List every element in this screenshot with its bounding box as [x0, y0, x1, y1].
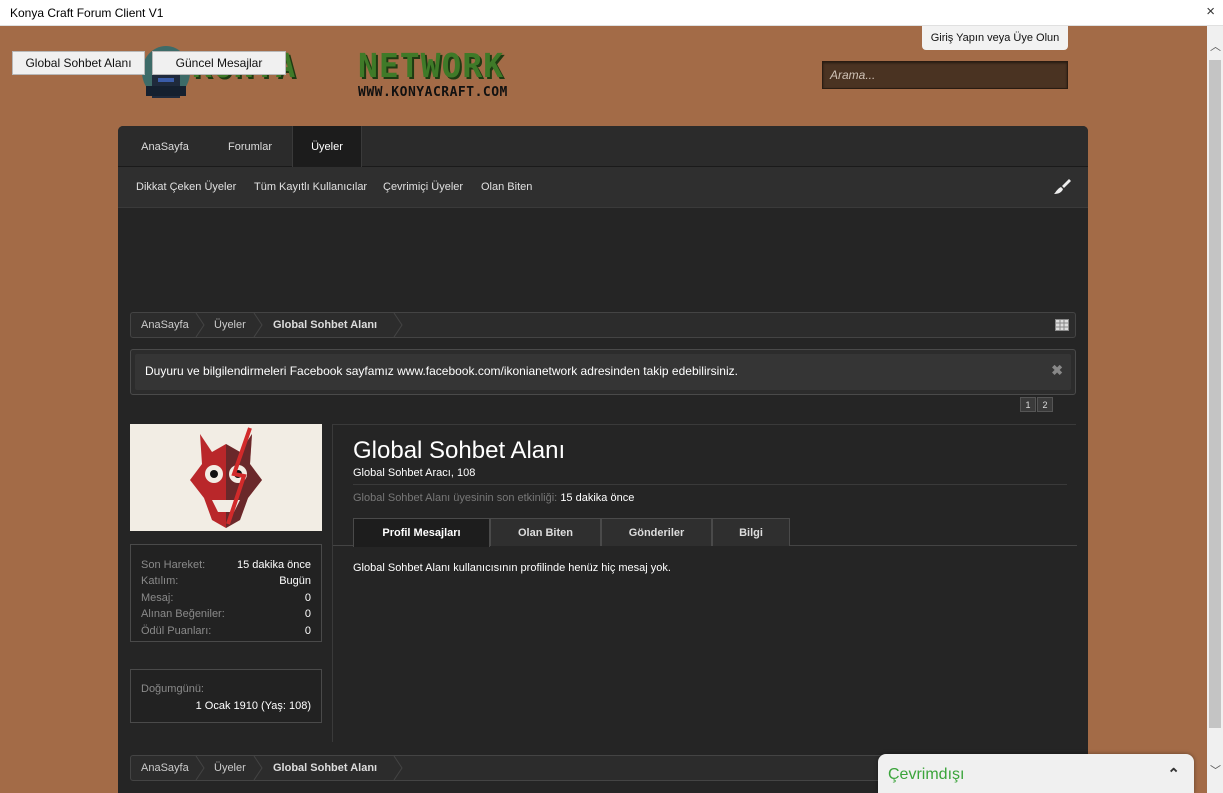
profile-last-activity: Global Sohbet Alanı üyesinin son etkinli…	[353, 492, 634, 504]
stat-label: Katılım:	[141, 575, 179, 587]
notice-text: Duyuru ve bilgilendirmeleri Facebook say…	[145, 364, 738, 378]
close-icon[interactable]: ✖	[1051, 362, 1063, 379]
stat-label: Ödül Puanları:	[141, 625, 212, 637]
tab-information[interactable]: Bilgi	[712, 518, 790, 546]
breadcrumb-separator	[195, 313, 205, 337]
notice-page-2[interactable]: 2	[1037, 397, 1053, 412]
avatar-mask-image	[130, 424, 322, 531]
recent-messages-button[interactable]: Güncel Mesajlar	[152, 51, 286, 75]
global-chat-button[interactable]: Global Sohbet Alanı	[12, 51, 145, 75]
profile-main: Global Sohbet Alanı Global Sohbet Aracı,…	[332, 424, 1077, 742]
stat-value: 0	[304, 608, 311, 620]
nav-tab-members[interactable]: Üyeler	[292, 126, 362, 167]
tab-profile-posts[interactable]: Profil Mesajları	[353, 518, 490, 547]
profile-empty-message: Global Sohbet Alanı kullanıcısının profi…	[353, 562, 671, 574]
calendar-icon[interactable]	[1055, 319, 1069, 331]
divider	[353, 484, 1067, 485]
tab-postings[interactable]: Gönderiler	[601, 518, 712, 546]
stat-value: 0	[304, 625, 311, 637]
breadcrumb: AnaSayfa Üyeler Global Sohbet Alanı	[130, 312, 1076, 338]
activity-label: Global Sohbet Alanı üyesinin son etkinli…	[353, 492, 558, 504]
subnav-recent-activity[interactable]: Olan Biten	[481, 181, 532, 193]
subnav-online-members[interactable]: Çevrimiçi Üyeler	[383, 181, 463, 193]
nav-tab-home[interactable]: AnaSayfa	[128, 126, 202, 167]
window-titlebar: Konya Craft Forum Client V1 ×	[0, 0, 1223, 26]
chat-status-bar[interactable]: Çevrimdışı ⌃	[878, 754, 1194, 793]
breadcrumb-home[interactable]: AnaSayfa	[141, 762, 189, 774]
breadcrumb-separator	[253, 756, 263, 780]
birthday-label: Doğumgünü:	[141, 683, 204, 695]
scroll-up-icon[interactable]: ︿	[1210, 38, 1221, 54]
breadcrumb-members[interactable]: Üyeler	[214, 762, 246, 774]
forum-panel: AnaSayfa Forumlar Üyeler Dikkat Çeken Üy…	[118, 126, 1088, 793]
breadcrumb-members[interactable]: Üyeler	[214, 319, 246, 331]
notice-page-1[interactable]: 1	[1020, 397, 1036, 412]
breadcrumb-home[interactable]: AnaSayfa	[141, 319, 189, 331]
brush-icon[interactable]	[1052, 177, 1072, 197]
main-nav: AnaSayfa Forumlar Üyeler	[118, 126, 1088, 167]
stat-value: Bugün	[279, 575, 311, 587]
chevron-up-icon[interactable]: ⌃	[1167, 765, 1180, 783]
profile-name: Global Sohbet Alanı	[353, 437, 566, 464]
nav-tab-forums[interactable]: Forumlar	[213, 126, 287, 167]
window-title: Konya Craft Forum Client V1	[10, 6, 164, 20]
breadcrumb-current[interactable]: Global Sohbet Alanı	[273, 319, 377, 331]
logo-url: WWW.KONYACRAFT.COM	[358, 85, 508, 100]
avatar[interactable]	[130, 424, 322, 531]
profile-tabs: Profil Mesajları Olan Biten Gönderiler B…	[333, 518, 1077, 547]
stat-value: 0	[304, 592, 311, 604]
tab-recent-activity[interactable]: Olan Biten	[490, 518, 601, 546]
scroll-down-icon[interactable]: ﹀	[1210, 762, 1221, 778]
breadcrumb-separator	[393, 756, 403, 780]
stat-label: Mesaj:	[141, 592, 174, 604]
breadcrumb-separator	[393, 313, 403, 337]
breadcrumb-current[interactable]: Global Sohbet Alanı	[273, 762, 377, 774]
member-stats: Son Hareket: 15 dakika önce Katılım: Bugün…	[130, 544, 322, 642]
logo-word-2: NETWORK	[358, 46, 505, 85]
chat-status-label: Çevrimdışı	[888, 766, 965, 783]
login-register-button[interactable]: Giriş Yapın veya Üye Olun	[922, 26, 1068, 50]
birthday-value: 1 Ocak 1910 (Yaş: 108)	[195, 700, 311, 712]
birthday-box: Doğumgünü: 1 Ocak 1910 (Yaş: 108)	[130, 669, 322, 723]
subnav-registered-members[interactable]: Tüm Kayıtlı Kullanıcılar	[254, 181, 367, 193]
subnav-notable-members[interactable]: Dikkat Çeken Üyeler	[136, 181, 236, 193]
breadcrumb-separator	[195, 756, 205, 780]
vertical-scrollbar[interactable]: ︿ ﹀	[1207, 26, 1223, 793]
scrollbar-thumb[interactable]	[1209, 60, 1221, 728]
search-input[interactable]: Arama...	[822, 61, 1068, 89]
profile-subtitle: Global Sohbet Aracı, 108	[353, 467, 476, 479]
sub-nav: Dikkat Çeken Üyeler Tüm Kayıtlı Kullanıc…	[118, 167, 1088, 208]
breadcrumb-separator	[253, 313, 263, 337]
stat-label: Son Hareket:	[141, 559, 206, 571]
stat-label: Alınan Beğeniler:	[141, 608, 225, 620]
stat-value: 15 dakika önce	[237, 559, 311, 571]
activity-value: 15 dakika önce	[560, 492, 635, 504]
window-close-icon[interactable]: ×	[1206, 3, 1215, 20]
notice-banner: Duyuru ve bilgilendirmeleri Facebook say…	[130, 349, 1076, 395]
